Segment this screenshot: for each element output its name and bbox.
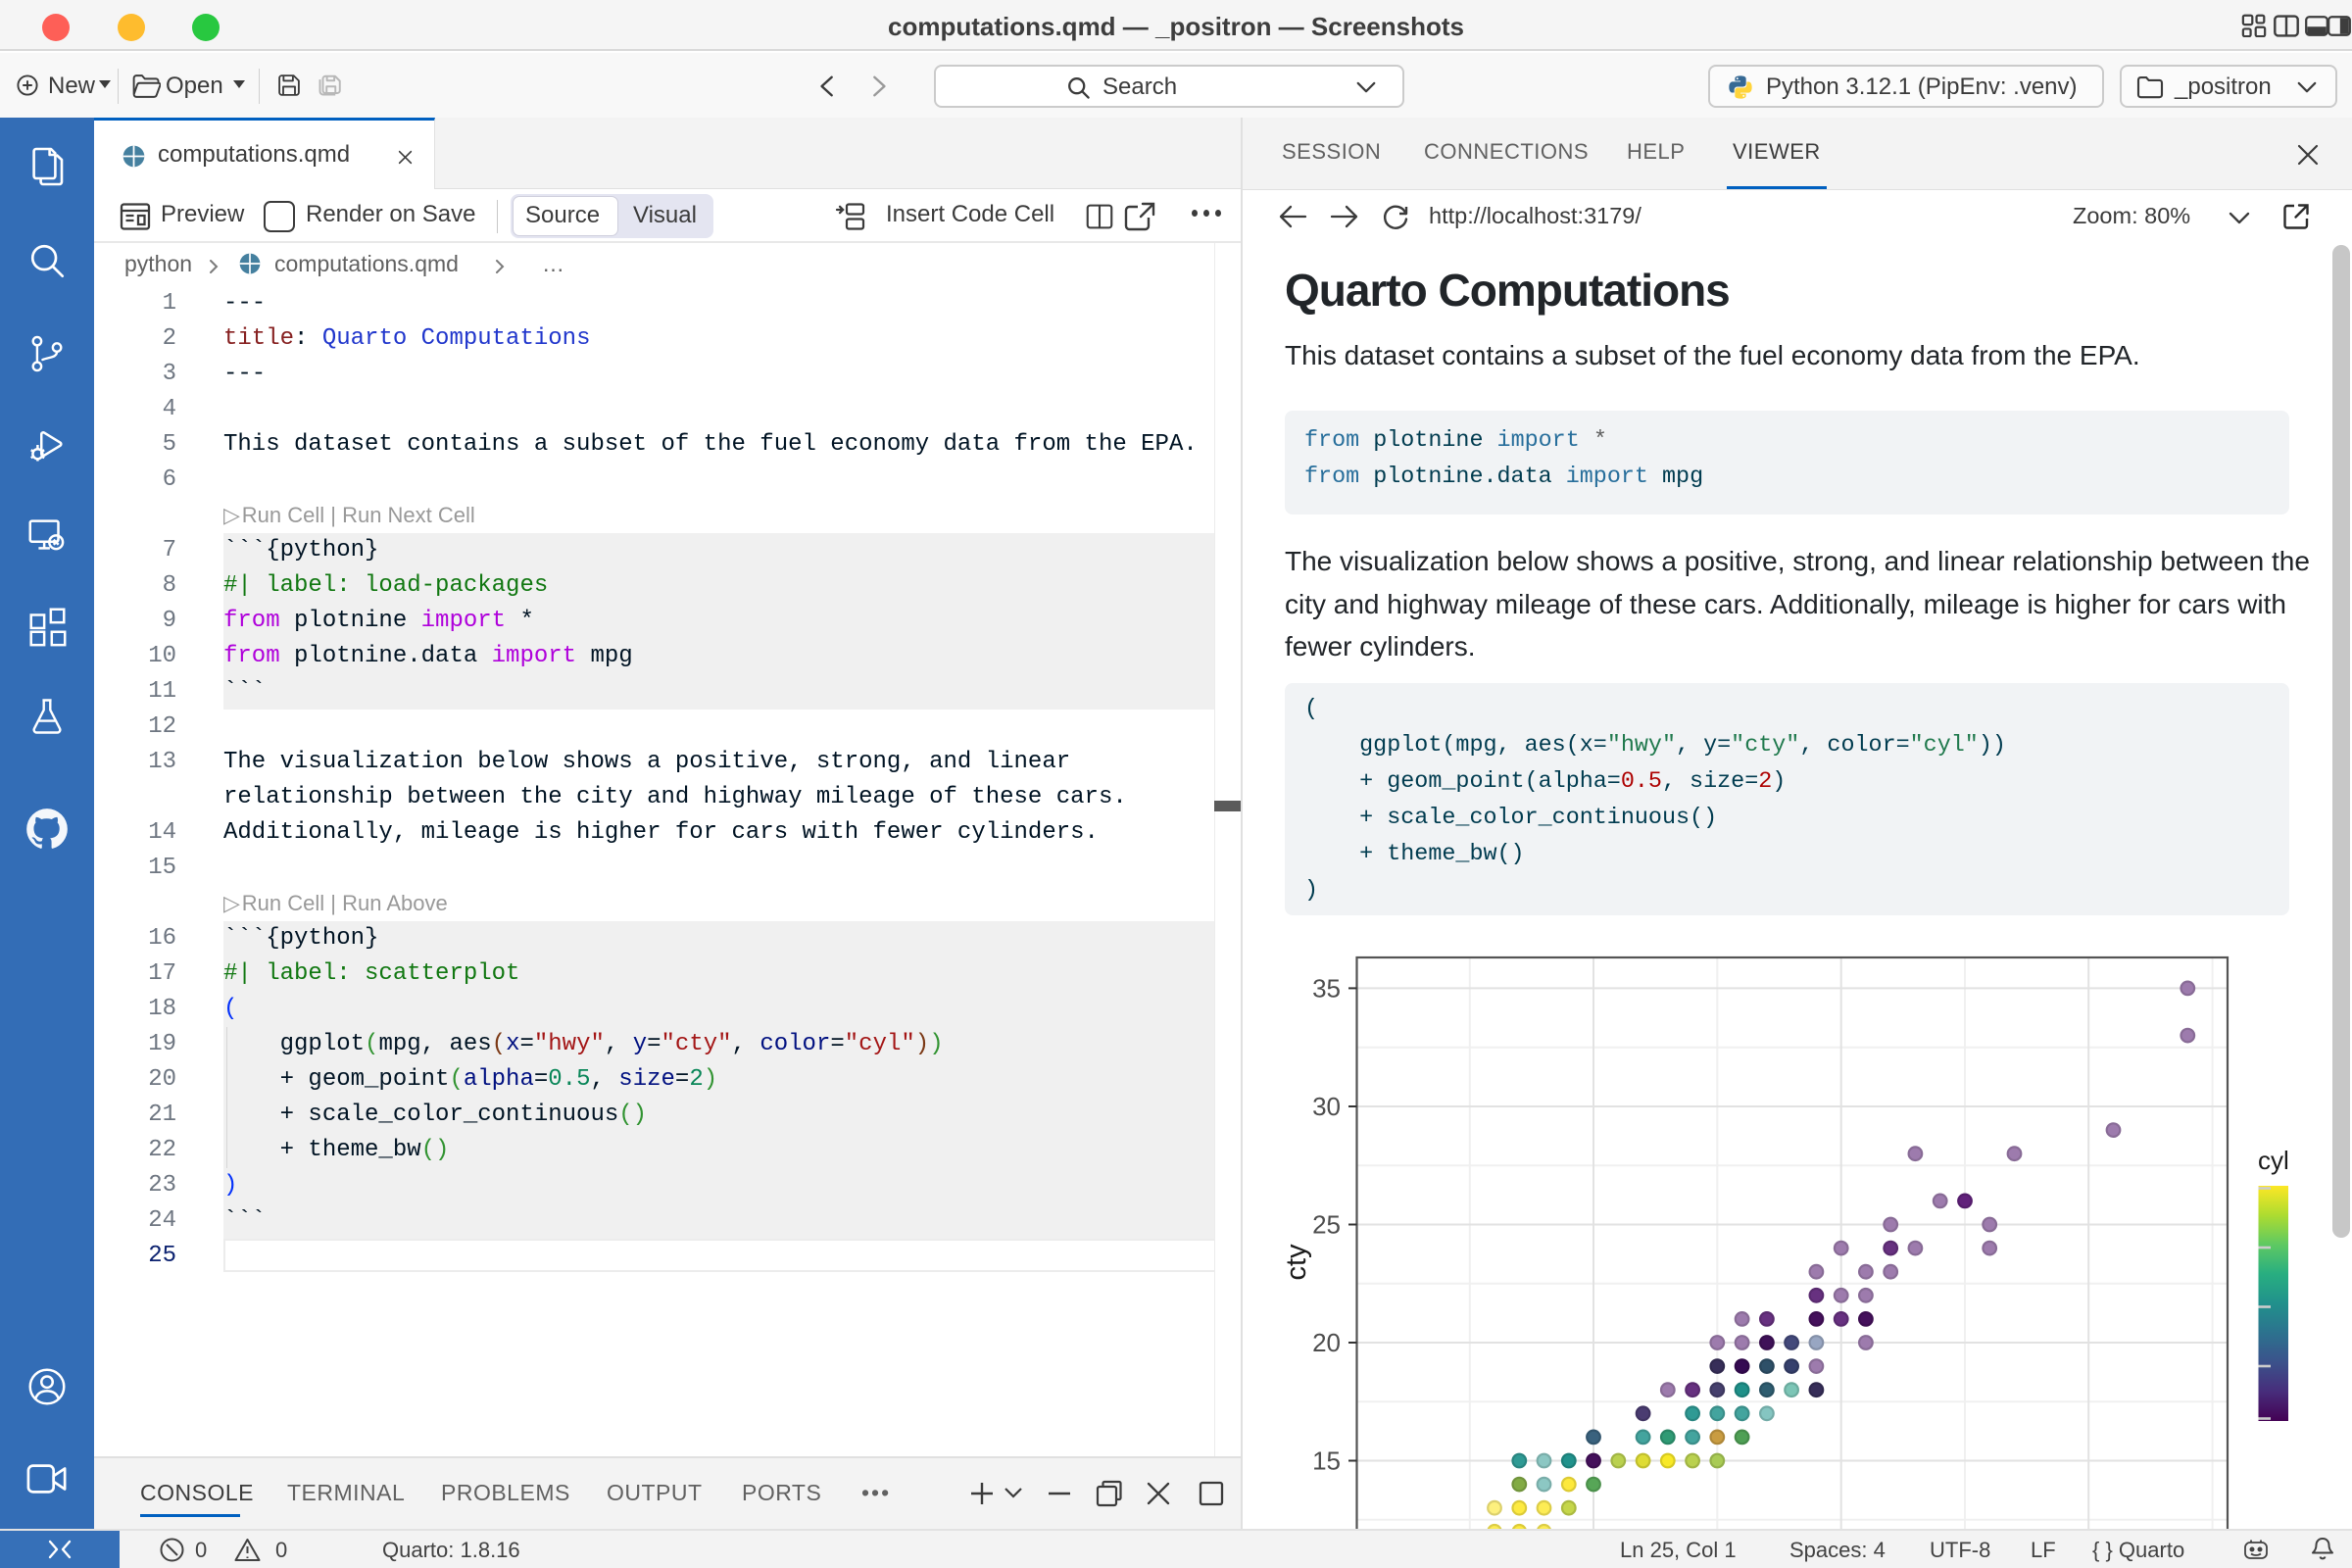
- svg-text:cty: cty: [1281, 1244, 1312, 1281]
- svg-text:25: 25: [1312, 1210, 1341, 1240]
- svg-text:30: 30: [1312, 1092, 1341, 1121]
- svg-text:15: 15: [1312, 1446, 1341, 1476]
- svg-text:cyl: cyl: [2258, 1146, 2289, 1175]
- svg-text:35: 35: [1312, 973, 1341, 1003]
- svg-text:20: 20: [1312, 1328, 1341, 1357]
